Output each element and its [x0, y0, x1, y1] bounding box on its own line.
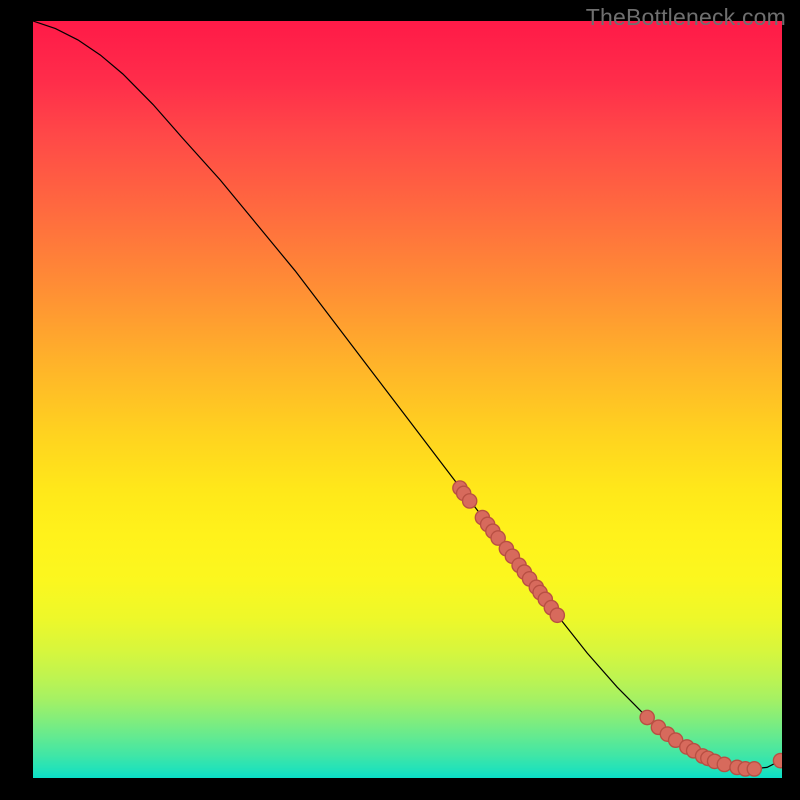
dots-group	[453, 481, 782, 776]
data-dot	[717, 757, 731, 771]
curve-line	[33, 21, 782, 769]
data-dot	[463, 494, 477, 508]
data-dot	[773, 753, 782, 767]
watermark-text: TheBottleneck.com	[586, 4, 786, 31]
plot-area	[33, 21, 782, 778]
chart-svg	[33, 21, 782, 778]
data-dot	[747, 762, 761, 776]
data-dot	[640, 710, 654, 724]
data-dot	[550, 608, 564, 622]
chart-wrap: TheBottleneck.com	[0, 0, 800, 800]
